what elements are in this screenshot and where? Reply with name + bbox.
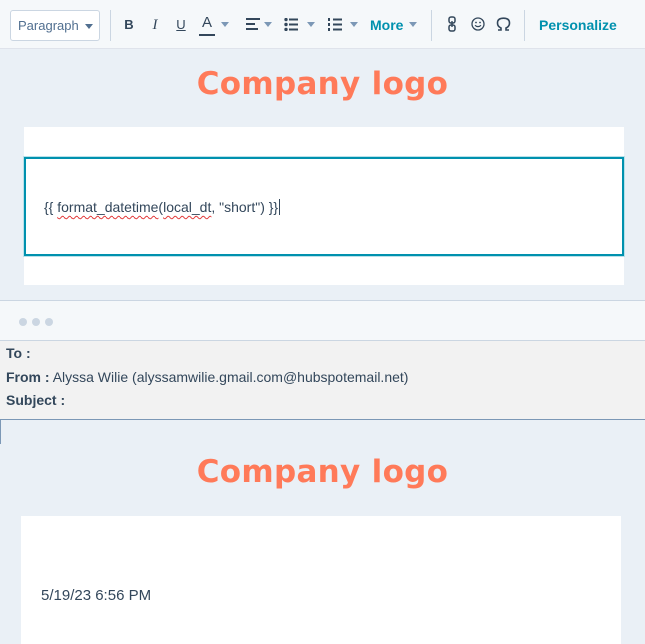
chevron-down-icon — [409, 22, 417, 27]
numbered-list-icon — [328, 18, 342, 31]
hubl-code-text[interactable]: {{ format_datetime(local_dt, "short") }} — [44, 199, 281, 215]
to-row: To : — [6, 345, 31, 361]
bold-button[interactable]: B — [122, 14, 136, 36]
toolbar-divider — [110, 10, 111, 41]
preview-content-card — [21, 516, 621, 644]
chevron-down-icon — [307, 22, 315, 27]
editor-toolbar: Paragraph B I U A More Personalize — [0, 0, 645, 49]
special-character-icon[interactable] — [496, 17, 511, 31]
subject-row: Subject : — [6, 392, 65, 408]
preview-divider — [0, 420, 1, 444]
to-label: To : — [6, 345, 31, 361]
underline-button[interactable]: U — [174, 14, 188, 36]
from-value: Alyssa Wilie (alyssamwilie.gmail.com@hub… — [52, 369, 409, 385]
chevron-down-icon — [264, 22, 272, 27]
company-logo-preview: Company logo — [196, 454, 449, 490]
chevron-down-icon — [350, 22, 358, 27]
subject-label: Subject : — [6, 392, 66, 408]
personalize-button[interactable]: Personalize — [539, 14, 617, 36]
more-label: More — [370, 17, 404, 33]
text-cursor — [279, 199, 281, 215]
paragraph-style-select[interactable]: Paragraph — [10, 10, 100, 41]
from-row: From : Alyssa Wilie (alyssamwilie.gmail.… — [6, 369, 408, 385]
bulleted-list-icon — [284, 18, 298, 31]
window-dots-icon — [19, 313, 58, 331]
chevron-down-icon — [85, 24, 93, 29]
toolbar-divider — [431, 10, 432, 41]
rendered-date-output: 5/19/23 6:56 PM — [41, 587, 152, 604]
text-color-icon: A — [201, 14, 212, 31]
company-logo: Company logo — [196, 66, 449, 102]
hubl-argument: local_dt — [163, 199, 212, 215]
toolbar-divider — [524, 10, 525, 41]
text-color-swatch — [199, 34, 215, 36]
paragraph-style-value: Paragraph — [18, 18, 79, 33]
hubl-open: {{ — [44, 199, 58, 215]
chevron-down-icon — [221, 22, 229, 27]
email-headers: To : From : Alyssa Wilie (alyssamwilie.g… — [0, 340, 645, 420]
align-icon — [246, 18, 260, 30]
from-label: From : — [6, 369, 50, 385]
italic-button[interactable]: I — [149, 14, 161, 36]
hubl-function-name: format_datetime — [57, 199, 159, 215]
hubl-rest: , "short") }} — [211, 199, 279, 215]
emoji-icon[interactable] — [471, 17, 485, 31]
rich-text-module[interactable]: {{ format_datetime(local_dt, "short") }} — [24, 157, 624, 256]
link-icon[interactable] — [448, 16, 456, 32]
preview-header-bar — [0, 300, 645, 340]
